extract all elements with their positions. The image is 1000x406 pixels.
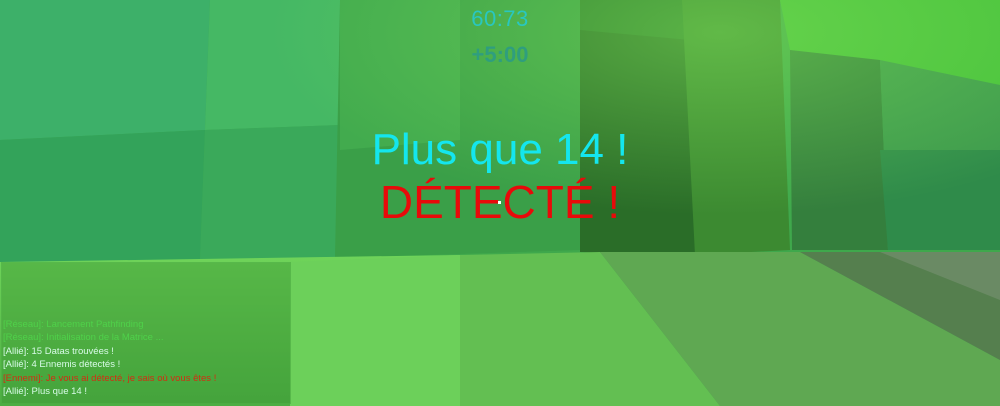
countdown-timer: 60:73 (471, 6, 529, 31)
log-line: [Allié]: Plus que 14 ! (3, 386, 87, 398)
log-line: [Allié]: 15 Datas trouvées ! (3, 345, 114, 357)
log-line: [Ennemi]: Je vous ai détecté, je sais où… (3, 372, 217, 384)
log-line: [Allié]: 4 Ennemis détectés ! (3, 359, 121, 371)
message-log: [Réseau]: Lancement Pathfinding [Réseau]… (3, 318, 323, 398)
crosshair (498, 201, 501, 204)
time-bonus: +5:00 (471, 42, 529, 67)
log-line: [Réseau]: Lancement Pathfinding (3, 319, 144, 330)
log-line: [Réseau]: Initialisation de la Matrice .… (3, 332, 164, 344)
remaining-count-message: Plus que 14 ! (371, 125, 629, 174)
